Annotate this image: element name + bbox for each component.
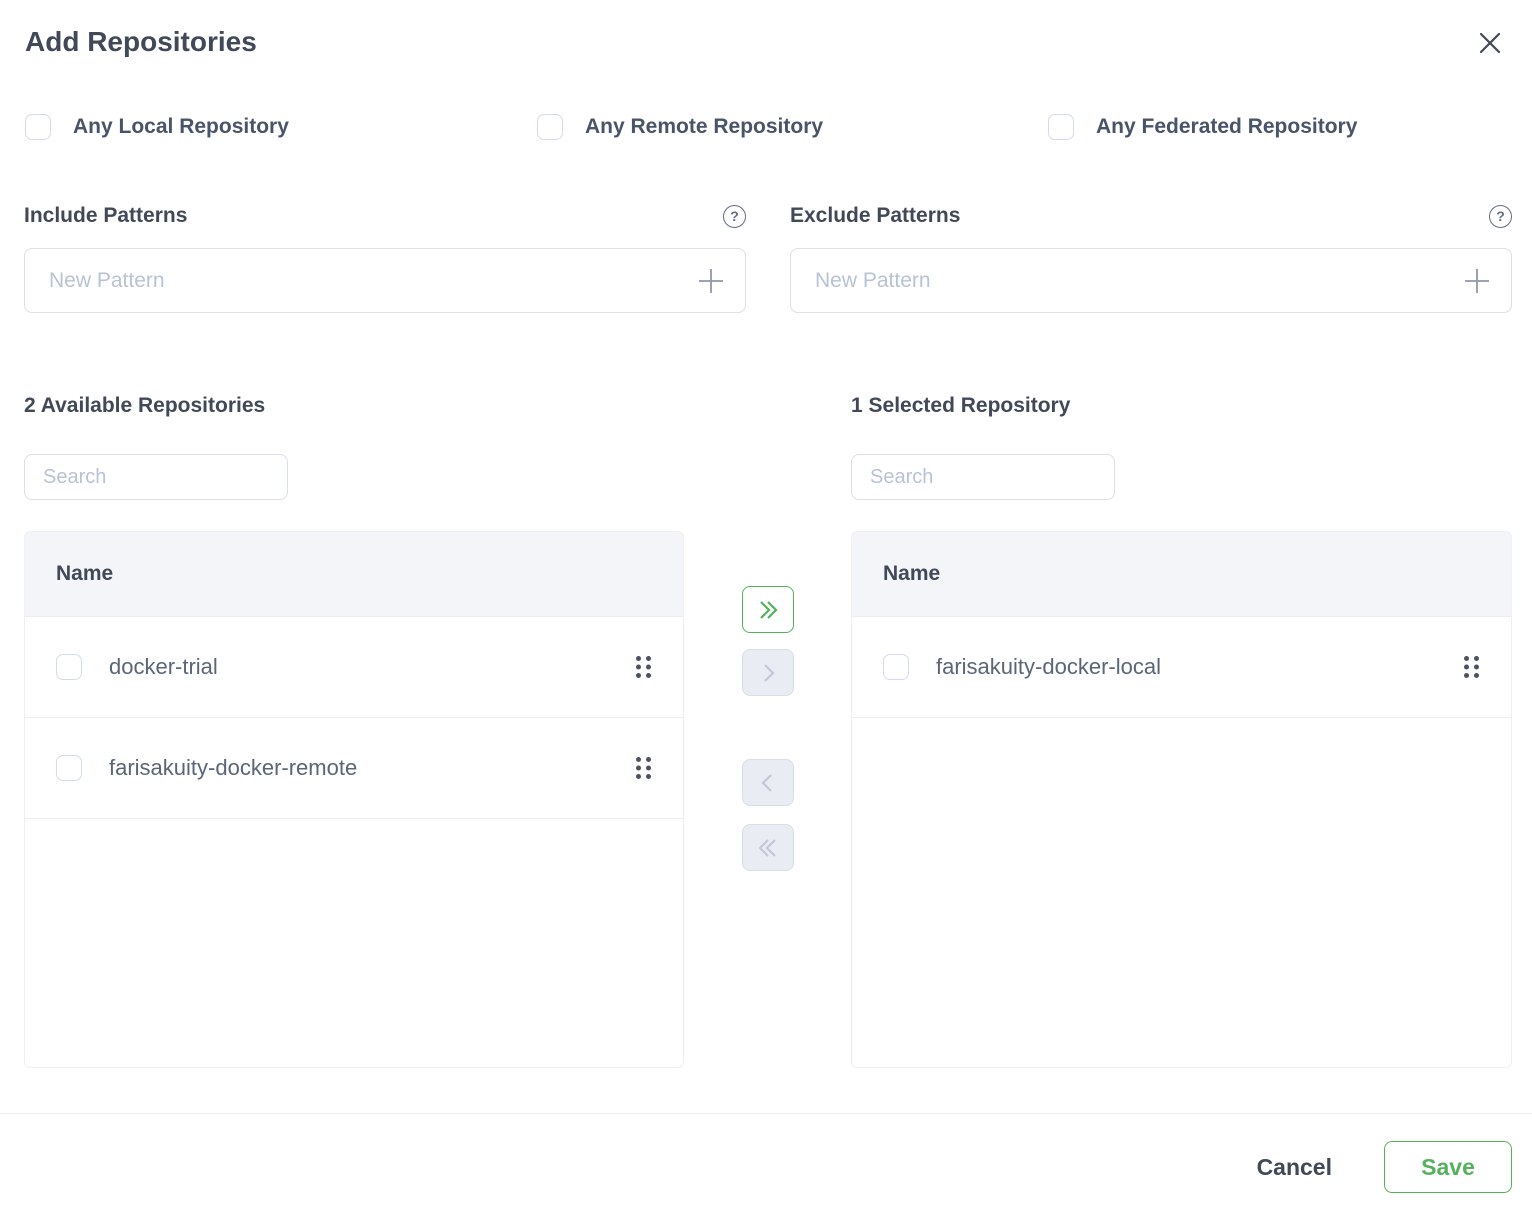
add-repositories-dialog: Add Repositories Any Local Repository An… bbox=[0, 0, 1532, 1220]
repo-type-checkbox-option[interactable]: Any Federated Repository bbox=[1048, 114, 1357, 140]
repo-type-label: Any Remote Repository bbox=[585, 114, 823, 140]
selected-search-input[interactable] bbox=[851, 454, 1115, 500]
new-pattern-input[interactable] bbox=[25, 249, 745, 312]
plus-icon bbox=[696, 266, 726, 296]
row-checkbox-unchecked-icon[interactable] bbox=[883, 654, 909, 680]
repo-type-label: Any Local Repository bbox=[73, 114, 289, 140]
available-repositories-panel: 2 Available Repositories Name docker-tri… bbox=[24, 394, 684, 418]
drag-handle-icon[interactable] bbox=[1462, 654, 1481, 680]
repo-type-checkbox-option[interactable]: Any Local Repository bbox=[25, 114, 289, 140]
double-chevron-right-icon bbox=[755, 598, 781, 622]
table-column-header: Name bbox=[25, 532, 683, 617]
selected-table-rows: farisakuity-docker-local bbox=[852, 617, 1511, 718]
row-checkbox-unchecked-icon[interactable] bbox=[56, 654, 82, 680]
double-chevron-left-icon bbox=[755, 836, 781, 860]
move-all-left-button[interactable] bbox=[742, 824, 794, 871]
cancel-button[interactable]: Cancel bbox=[1257, 1154, 1332, 1181]
close-button[interactable] bbox=[1474, 27, 1506, 59]
row-checkbox-unchecked-icon[interactable] bbox=[56, 755, 82, 781]
table-column-header: Name bbox=[852, 532, 1511, 617]
move-right-button[interactable] bbox=[742, 649, 794, 696]
drag-handle-icon[interactable] bbox=[634, 654, 653, 680]
drag-handle-icon[interactable] bbox=[634, 755, 653, 781]
available-repositories-heading: 2 Available Repositories bbox=[24, 394, 684, 418]
selected-repositories-panel: 1 Selected Repository Name farisakuity-d… bbox=[851, 394, 1512, 418]
pattern-label: Exclude Patterns bbox=[790, 204, 960, 228]
help-icon[interactable]: ? bbox=[1489, 205, 1512, 228]
add-pattern-button[interactable] bbox=[1457, 261, 1497, 301]
pattern-input-wrap bbox=[24, 248, 746, 313]
new-pattern-input[interactable] bbox=[791, 249, 1511, 312]
dialog-footer: Cancel Save bbox=[0, 1113, 1532, 1220]
dialog-title: Add Repositories bbox=[25, 26, 257, 58]
repo-type-label: Any Federated Repository bbox=[1096, 114, 1357, 140]
repository-name: docker-trial bbox=[109, 654, 634, 680]
repo-type-checkbox-option[interactable]: Any Remote Repository bbox=[537, 114, 823, 140]
close-icon bbox=[1475, 28, 1505, 58]
checkbox-unchecked-icon[interactable] bbox=[1048, 114, 1074, 140]
pattern-header: Include Patterns ? bbox=[24, 204, 746, 228]
chevron-left-icon bbox=[755, 771, 781, 795]
available-repositories-table: Name docker-trial bbox=[24, 531, 684, 1068]
available-table-rows: docker-trial farisakuity-docker-remot bbox=[25, 617, 683, 819]
repository-name: farisakuity-docker-local bbox=[936, 654, 1462, 680]
move-all-right-button[interactable] bbox=[742, 586, 794, 633]
repository-name: farisakuity-docker-remote bbox=[109, 755, 634, 781]
pattern-header: Exclude Patterns ? bbox=[790, 204, 1512, 228]
table-row[interactable]: docker-trial bbox=[25, 617, 683, 718]
move-left-button[interactable] bbox=[742, 759, 794, 806]
pattern-group: Include Patterns ? bbox=[24, 204, 746, 313]
selected-repositories-table: Name farisakuity-docker-local bbox=[851, 531, 1512, 1068]
add-pattern-button[interactable] bbox=[691, 261, 731, 301]
plus-icon bbox=[1462, 266, 1492, 296]
pattern-input-wrap bbox=[790, 248, 1512, 313]
pattern-label: Include Patterns bbox=[24, 204, 187, 228]
save-button[interactable]: Save bbox=[1384, 1141, 1512, 1193]
table-row[interactable]: farisakuity-docker-remote bbox=[25, 718, 683, 819]
checkbox-unchecked-icon[interactable] bbox=[25, 114, 51, 140]
available-search-input[interactable] bbox=[24, 454, 288, 500]
help-icon[interactable]: ? bbox=[723, 205, 746, 228]
selected-repositories-heading: 1 Selected Repository bbox=[851, 394, 1512, 418]
table-row[interactable]: farisakuity-docker-local bbox=[852, 617, 1511, 718]
pattern-group: Exclude Patterns ? bbox=[790, 204, 1512, 313]
checkbox-unchecked-icon[interactable] bbox=[537, 114, 563, 140]
chevron-right-icon bbox=[755, 661, 781, 685]
